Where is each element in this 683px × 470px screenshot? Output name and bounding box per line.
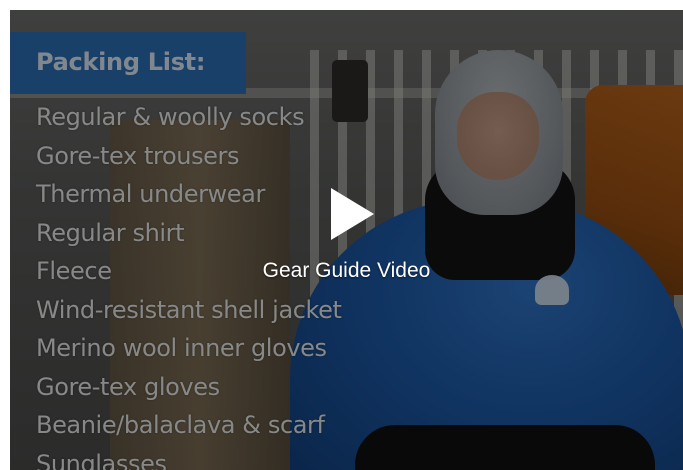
video-caption: Gear Guide Video xyxy=(262,259,431,282)
play-button[interactable] xyxy=(327,186,377,242)
video-player[interactable]: Packing List: Regular & woolly socks Gor… xyxy=(10,10,683,470)
play-icon xyxy=(331,188,374,240)
